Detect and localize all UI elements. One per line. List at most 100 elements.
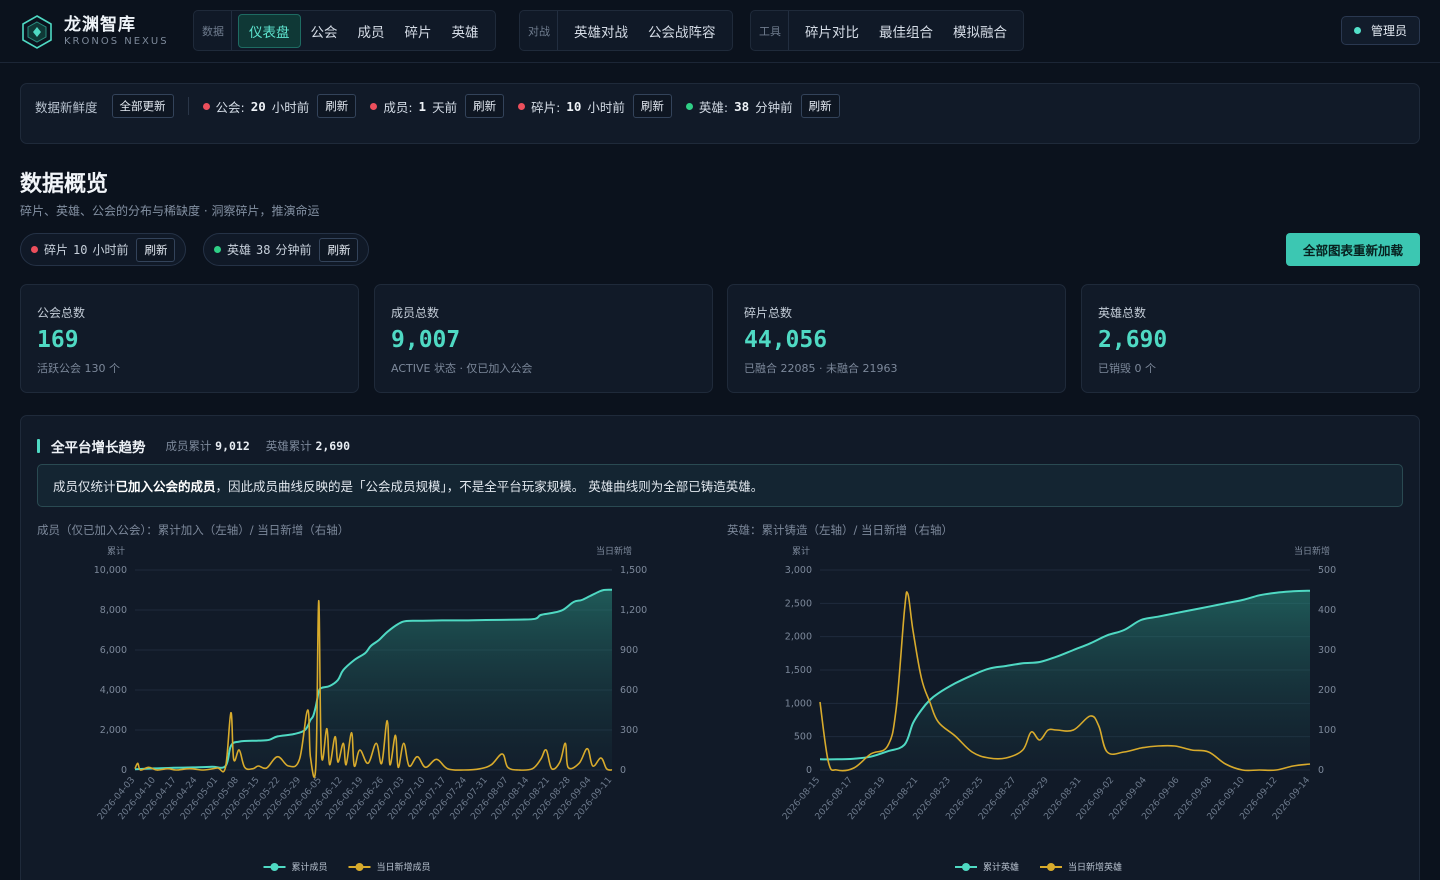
nav-group-label: 数据 — [200, 11, 232, 50]
hero-total-stat: 英雄累计 2,690 — [266, 438, 350, 454]
pill-unit: 分钟前 — [275, 243, 312, 257]
right-tick-label: 600 — [620, 685, 638, 696]
stat-note: 活跃公会 130 个 — [37, 362, 120, 375]
freshness-label: 数据新鲜度 — [35, 99, 98, 115]
left-axis-title: 累计 — [107, 545, 125, 557]
freshness-name: 公会: — [215, 99, 245, 115]
right-tick-label: 0 — [1318, 765, 1324, 776]
right-tick-label: 400 — [1318, 605, 1336, 616]
freshness-name: 英雄: — [698, 99, 729, 115]
nav-simulate-fusion[interactable]: 模拟融合 — [943, 15, 1017, 47]
stat-value: 44,056 — [744, 327, 828, 353]
pill-num: 38 — [256, 242, 271, 257]
page-title: 数据概览 — [20, 172, 109, 197]
freshness-unit: 分钟前 — [755, 99, 793, 115]
stat-value: 2,690 — [1098, 327, 1168, 353]
member-growth-chart: 累计 当日新增 0 2,000 4,000 6,000 8,000 10,000 0 300 600… — [94, 545, 647, 873]
panel-title: 全平台增长趋势 — [51, 440, 146, 456]
freshness-name: 碎片: — [531, 99, 561, 115]
refresh-member-button[interactable]: 刷新 — [465, 94, 505, 118]
data-freshness-panel: 数据新鲜度 全部更新 公会: 20 小时前 刷新 成员: 1 天前 刷新 碎片:… — [20, 83, 1420, 144]
nav-guilds[interactable]: 公会 — [301, 15, 348, 47]
pill-unit: 小时前 — [92, 243, 129, 257]
stat-value: 9,012 — [215, 439, 250, 453]
status-dot-icon — [1353, 27, 1361, 34]
stat-label: 成员累计 — [165, 439, 212, 453]
page-subtitle: 碎片、英雄、公会的分布与稀缺度 · 洞察碎片，推演命运 — [20, 204, 320, 218]
admin-button[interactable]: 管理员 — [1340, 16, 1420, 45]
nav-fragments[interactable]: 碎片 — [395, 15, 442, 47]
legend-label-daily: 当日新增成员 — [377, 861, 431, 873]
legend-marker-cumulative — [270, 863, 279, 871]
brand-name: 龙渊智库 — [64, 15, 136, 35]
nav-group-label: 对战 — [526, 11, 558, 50]
legend-label-cumulative: 累计成员 — [292, 861, 328, 873]
freshness-item-hero: 英雄: 38 分钟前 刷新 — [685, 94, 840, 118]
hero-chart-title: 英雄：累计铸造（左轴）/ 当日新增（右轴） — [727, 523, 954, 537]
nav-dashboard[interactable]: 仪表盘 — [238, 13, 301, 48]
legend-label-daily: 当日新增英雄 — [1068, 861, 1122, 873]
note-text: 成员仅统计 — [53, 479, 116, 494]
freshness-unit: 天前 — [432, 99, 458, 115]
left-tick-label: 6,000 — [100, 645, 127, 656]
freshness-name: 成员: — [383, 99, 413, 115]
pill-num: 10 — [73, 242, 88, 257]
nav-members[interactable]: 成员 — [348, 15, 395, 47]
top-nav-bar: 龙渊智库 KRONOS NEXUS 数据 仪表盘 公会 成员 碎片 英雄 对战 … — [0, 0, 1440, 63]
brand-subtitle: KRONOS NEXUS — [64, 36, 169, 47]
refresh-fragment-button[interactable]: 刷新 — [632, 94, 672, 118]
left-tick-label: 3,000 — [785, 565, 812, 576]
stat-note: 已销毁 0 个 — [1098, 362, 1156, 375]
left-tick-label: 500 — [794, 732, 812, 743]
reload-all-charts-button[interactable]: 全部图表重新加载 — [1286, 233, 1420, 266]
nav-fragment-compare[interactable]: 碎片对比 — [795, 15, 869, 47]
right-tick-label: 900 — [620, 645, 638, 656]
stat-value: 2,690 — [315, 439, 351, 453]
stat-label: 英雄累计 — [265, 439, 312, 453]
left-tick-label: 0 — [806, 765, 812, 776]
nav-group-label: 工具 — [757, 11, 789, 50]
freshness-unit: 小时前 — [587, 99, 625, 115]
nav-guild-war-lineup[interactable]: 公会战阵容 — [638, 15, 726, 47]
stat-label: 公会总数 — [37, 306, 86, 320]
nav-group-data: 数据 仪表盘 公会 成员 碎片 英雄 — [193, 10, 496, 51]
left-tick-label: 2,000 — [100, 725, 127, 736]
nav-heroes[interactable]: 英雄 — [442, 15, 489, 47]
stat-card-guilds: 公会总数 169 活跃公会 130 个 — [20, 284, 359, 393]
refresh-guild-button[interactable]: 刷新 — [317, 94, 357, 118]
refresh-hero-pill-button[interactable]: 刷新 — [319, 237, 359, 262]
left-tick-label: 4,000 — [100, 685, 127, 696]
stat-card-members: 成员总数 9,007 ACTIVE 状态 · 仅已加入公会 — [374, 284, 713, 393]
cumulative-area — [820, 590, 1310, 770]
freshness-num: 38 — [734, 98, 750, 114]
stat-value: 169 — [37, 327, 79, 353]
right-tick-label: 0 — [620, 765, 626, 776]
freshness-unit: 小时前 — [271, 99, 310, 115]
left-tick-label: 1,500 — [785, 665, 812, 676]
freshness-pill-fragment: 碎片 10 小时前 刷新 — [20, 233, 187, 266]
right-tick-label: 300 — [1318, 645, 1336, 656]
nav-best-combo[interactable]: 最佳组合 — [869, 15, 943, 47]
freshness-item-member: 成员: 1 天前 刷新 — [370, 94, 505, 118]
refresh-fragment-pill-button[interactable]: 刷新 — [136, 237, 176, 262]
cumulative-area — [135, 589, 612, 770]
status-dot-icon — [370, 102, 378, 110]
nav-hero-battle[interactable]: 英雄对战 — [564, 15, 638, 47]
info-note: 成员仅统计 已加入公会的成员 ，因此成员曲线反映的是「公会成员规模」，不是全平台玩家… — [37, 464, 1403, 507]
brand[interactable]: 龙渊智库 KRONOS NEXUS — [22, 12, 169, 52]
status-dot-icon — [518, 102, 526, 110]
refresh-hero-button[interactable]: 刷新 — [800, 94, 840, 118]
hexagon-logo-icon — [22, 15, 52, 49]
left-tick-label: 2,500 — [785, 598, 812, 609]
freshness-num: 1 — [418, 98, 427, 114]
left-axis-title: 累计 — [792, 545, 810, 557]
right-tick-label: 1,500 — [620, 565, 647, 576]
freshness-num: 20 — [250, 98, 266, 114]
hero-growth-chart: 累计 当日新增 0 500 1,000 1,500 2,000 2,500 3,000 0 100 2… — [781, 545, 1336, 873]
legend-marker-daily — [1047, 863, 1055, 871]
freshness-pill-hero: 英雄 38 分钟前 刷新 — [203, 233, 370, 266]
update-all-button[interactable]: 全部更新 — [111, 94, 174, 118]
divider — [187, 97, 189, 115]
right-axis-title: 当日新增 — [596, 545, 632, 557]
pill-name: 英雄 — [227, 243, 252, 257]
